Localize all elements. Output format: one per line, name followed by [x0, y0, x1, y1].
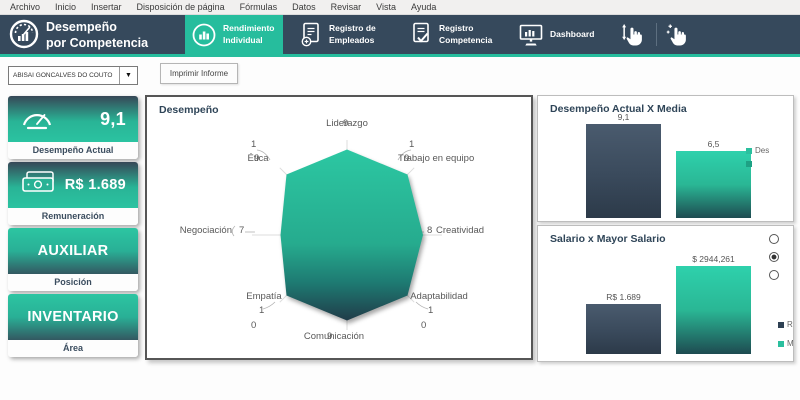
chart-circle-icon [191, 22, 217, 48]
kpi-label: Desempeño Actual [8, 142, 138, 159]
kpi-value: AUXILIAR [38, 243, 109, 259]
menu-insertar[interactable]: Insertar [91, 2, 122, 12]
legend-item: M [778, 339, 794, 348]
legend-swatch [778, 322, 784, 328]
legend-label: R [787, 320, 793, 329]
bar-data-label: R$ 1.689 [606, 292, 641, 302]
bar-data-label: 6,5 [708, 139, 720, 149]
radio-option-1[interactable] [769, 234, 779, 244]
kpi-card-desempeno-actual: 9,1 Desempeño Actual [8, 96, 138, 159]
bar-chart-card-desempeno-media: Desempeño Actual X Media 9,1 6,5 Des [537, 95, 794, 222]
tab-label: Registro de Empleados [329, 23, 376, 46]
monitor-icon [518, 22, 544, 47]
tab-label: Dashboard [550, 29, 594, 40]
tab-dashboard[interactable]: Dashboard [512, 15, 604, 54]
menu-vista[interactable]: Vista [376, 2, 396, 12]
document-add-icon [299, 21, 323, 48]
kpi-card-remuneracion: R$ 1.689 Remuneración [8, 162, 138, 225]
menu-bar: Archivo Inicio Insertar Disposición de p… [0, 0, 800, 15]
kpi-value: R$ 1.689 [65, 177, 126, 193]
bar-rect [586, 124, 661, 218]
tab-label: Registro Competencia [439, 23, 492, 46]
header-accent-strip [0, 54, 800, 57]
kpi-label: Posición [8, 274, 138, 291]
tab-label: Rendimiento Individual [223, 23, 274, 46]
legend: R M [778, 320, 794, 348]
radar-polygon [281, 150, 424, 321]
tab-rendimiento-individual[interactable]: Rendimiento Individual [185, 15, 283, 54]
legend-swatch [746, 161, 752, 167]
bar-media: 6,5 [676, 139, 751, 218]
hand-click-icon[interactable] [664, 21, 694, 49]
tab-registro-empleados[interactable]: Registro de Empleados [293, 15, 395, 54]
bar-rect [676, 151, 751, 218]
document-check-icon [409, 21, 433, 48]
kpi-value: 9,1 [100, 109, 126, 130]
bar-rect [586, 304, 661, 355]
kpi-card-area: INVENTARIO Área [8, 294, 138, 357]
gauge-icon [20, 104, 54, 135]
kpi-label: Remuneración [8, 208, 138, 225]
app-title: Desempeño por Competencia [46, 20, 148, 51]
menu-disposicion[interactable]: Disposición de página [137, 2, 225, 12]
chart-option-radio-group [769, 234, 779, 280]
employee-dropdown[interactable]: ABISAI GONCALVES DO COUTO ▼ [8, 66, 138, 85]
legend-item: R [778, 320, 794, 329]
menu-datos[interactable]: Datos [292, 2, 316, 12]
app-logo-gauge-icon [8, 18, 40, 50]
legend-item [746, 161, 769, 167]
kpi-value: INVENTARIO [27, 309, 118, 325]
legend-label: Des [755, 146, 769, 155]
dashboard-window: Archivo Inicio Insertar Disposición de p… [0, 0, 800, 400]
bar-data-label: 9,1 [618, 112, 630, 122]
hand-scroll-icon[interactable] [620, 21, 650, 49]
dropdown-arrow-icon: ▼ [119, 67, 137, 84]
radio-option-3[interactable] [769, 270, 779, 280]
menu-archivo[interactable]: Archivo [10, 2, 40, 12]
bar-desempeno-actual: 9,1 [586, 112, 661, 218]
money-icon [20, 170, 56, 200]
radar-plot [147, 97, 531, 358]
legend-swatch [778, 341, 784, 347]
header-divider [656, 23, 657, 46]
menu-revisar[interactable]: Revisar [331, 2, 362, 12]
legend: Des [746, 146, 769, 167]
bar-chart-card-salario: Salario x Mayor Salario R$ 1.689 $ 2944,… [537, 225, 794, 362]
print-report-button[interactable]: Imprimir Informe [160, 63, 238, 84]
kpi-card-posicion: AUXILIAR Posición [8, 228, 138, 291]
menu-ayuda[interactable]: Ayuda [411, 2, 436, 12]
radio-option-2[interactable] [769, 252, 779, 262]
tab-registro-competencia[interactable]: Registro Competencia [403, 15, 503, 54]
legend-label: M [787, 339, 794, 348]
legend-swatch [746, 148, 752, 154]
bar-mayor-salario: $ 2944,261 [676, 254, 751, 354]
chart-title: Salario x Mayor Salario [550, 233, 666, 245]
kpi-label: Área [8, 340, 138, 357]
employee-dropdown-value: ABISAI GONCALVES DO COUTO [9, 67, 119, 84]
bar-rect [676, 266, 751, 354]
legend-item: Des [746, 146, 769, 155]
menu-inicio[interactable]: Inicio [55, 2, 76, 12]
bar-data-label: $ 2944,261 [692, 254, 735, 264]
bar-salario: R$ 1.689 [586, 292, 661, 355]
app-header: Desempeño por Competencia Rendimiento In… [0, 15, 800, 54]
menu-formulas[interactable]: Fórmulas [240, 2, 278, 12]
radar-chart-card: Desempeño Lid [145, 95, 533, 360]
